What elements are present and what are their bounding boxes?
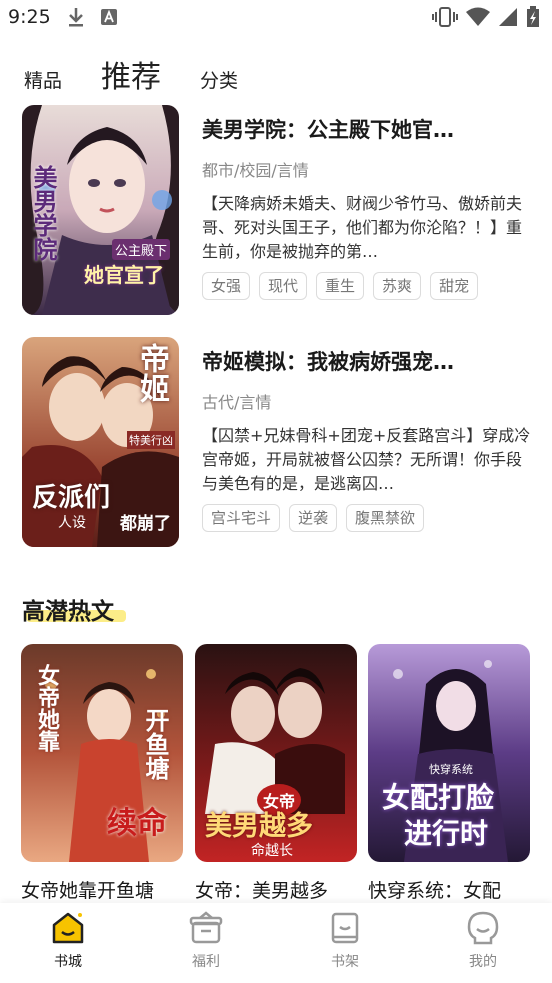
cover-title-text: 美男学院 — [29, 165, 58, 261]
cover-title-text: 开鱼塘 — [141, 708, 170, 780]
tag[interactable]: 重生 — [316, 272, 365, 300]
grid-book-title[interactable]: 快穿系统：女配 — [368, 876, 538, 903]
tag[interactable]: 甜宠 — [430, 272, 479, 300]
book-title[interactable]: 帝姬模拟：我被病娇强宠… — [202, 347, 532, 377]
nav-item-bookstore[interactable]: 书城 — [33, 911, 103, 971]
cover-title-text: 女配打脸 — [382, 781, 495, 814]
cover-title-text: 续命 — [107, 806, 167, 841]
cover-title-text: 进行时 — [404, 817, 489, 850]
cover-title-text: 美男越多 — [205, 811, 313, 842]
nav-label: 福利 — [192, 954, 220, 970]
book-description: 【囚禁+兄妹骨科+团宠+反套路宫斗】穿成冷宫帝姬，开局就被督公囚禁？无所谓！你手… — [202, 426, 531, 493]
book-category: 古代/言情 — [202, 393, 272, 412]
grid-book-title[interactable]: 女帝她靠开鱼塘 — [21, 876, 191, 903]
grid-book-item[interactable]: 快穿系统 女配打脸 进行时 快穿系统：女配 — [368, 644, 530, 903]
signal-icon — [499, 8, 517, 26]
book-cover[interactable]: 女帝她靠 开鱼塘 续命 — [21, 644, 183, 862]
book-cover[interactable]: 女帝 美男越多 命越长 — [195, 644, 357, 862]
cover-subtitle-text: 人设 — [58, 515, 86, 531]
bookshelf-icon — [331, 912, 359, 944]
section-title: 高潜热文 — [22, 599, 114, 625]
book-description: 【天降病娇未婚夫、财阀少爷竹马、傲娇前夫哥、死对头国王子，他们都为你沦陷？！】重… — [202, 194, 523, 261]
bookstore-house-icon — [52, 912, 84, 944]
book-tags: 宫斗宅斗 逆袭 腹黑禁欲 — [202, 504, 532, 532]
book-cover[interactable]: 美男学院 公主殿下 她官宣了 — [22, 105, 179, 315]
cover-subtitle-text: 特美行凶 — [127, 431, 175, 449]
nav-item-welfare[interactable]: 福利 — [171, 911, 241, 971]
nav-item-bookshelf[interactable]: 书架 — [310, 911, 380, 971]
cover-subtitle-text: 都崩了 — [120, 514, 171, 534]
grid-book-item[interactable]: 女帝她靠 开鱼塘 续命 女帝她靠开鱼塘 — [21, 644, 183, 903]
tag[interactable]: 现代 — [259, 272, 308, 300]
book-cover[interactable]: 帝姬 特美行凶 反派们 人设 都崩了 — [22, 337, 179, 547]
cover-title-text: 女帝她靠 — [34, 664, 60, 752]
tag[interactable]: 宫斗宅斗 — [202, 504, 281, 532]
nav-label: 我的 — [469, 954, 497, 970]
cover-subtitle-text: 她官宣了 — [84, 263, 164, 287]
book-list-item[interactable]: 帝姬 特美行凶 反派们 人设 都崩了 帝姬模拟：我被病娇强宠… 古代/言情 【囚… — [22, 337, 532, 547]
book-cover[interactable]: 快穿系统 女配打脸 进行时 — [368, 644, 530, 862]
cover-title-text: 反派们 — [32, 483, 111, 513]
tag[interactable]: 苏爽 — [373, 272, 422, 300]
grid-book-item[interactable]: 女帝 美男越多 命越长 女帝：美男越多 — [195, 644, 357, 903]
tag[interactable]: 腹黑禁欲 — [346, 504, 425, 532]
bottom-nav: 书城 福利 书架 我的 — [0, 903, 552, 983]
book-title[interactable]: 美男学院：公主殿下她官… — [202, 115, 532, 145]
nav-label: 书架 — [331, 954, 359, 970]
profile-face-icon — [467, 911, 499, 945]
gift-icon — [189, 911, 223, 944]
download-icon — [69, 8, 83, 27]
tag[interactable]: 逆袭 — [289, 504, 338, 532]
nav-item-profile[interactable]: 我的 — [448, 911, 518, 971]
a-icon — [101, 9, 117, 25]
cover-title-text: 帝姬 — [134, 343, 169, 403]
vibrate-icon — [432, 7, 458, 27]
wifi-icon — [466, 7, 490, 26]
book-info: 帝姬模拟：我被病娇强宠… 古代/言情 【囚禁+兄妹骨科+团宠+反套路宫斗】穿成冷… — [202, 337, 532, 532]
book-category: 都市/校园/言情 — [202, 161, 309, 180]
tag[interactable]: 女强 — [202, 272, 251, 300]
tab-tuijian[interactable]: 推荐 — [101, 52, 161, 96]
book-info: 美男学院：公主殿下她官… 都市/校园/言情 【天降病娇未婚夫、财阀少爷竹马、傲娇… — [202, 105, 532, 300]
book-list-item[interactable]: 美男学院 公主殿下 她官宣了 美男学院：公主殿下她官… 都市/校园/言情 【天降… — [22, 105, 532, 315]
tab-fenlei[interactable]: 分类 — [200, 66, 238, 93]
status-bar: 9:25 — [0, 0, 552, 36]
status-time: 9:25 — [8, 6, 51, 28]
cover-subtitle-text: 公主殿下 — [112, 239, 171, 260]
tab-jingpin[interactable]: 精品 — [24, 66, 62, 93]
book-tags: 女强 现代 重生 苏爽 甜宠 — [202, 272, 532, 300]
nav-label: 书城 — [54, 954, 82, 970]
grid-book-title[interactable]: 女帝：美男越多 — [195, 876, 365, 903]
battery-icon — [527, 6, 539, 27]
cover-subtitle-text: 命越长 — [251, 843, 293, 859]
